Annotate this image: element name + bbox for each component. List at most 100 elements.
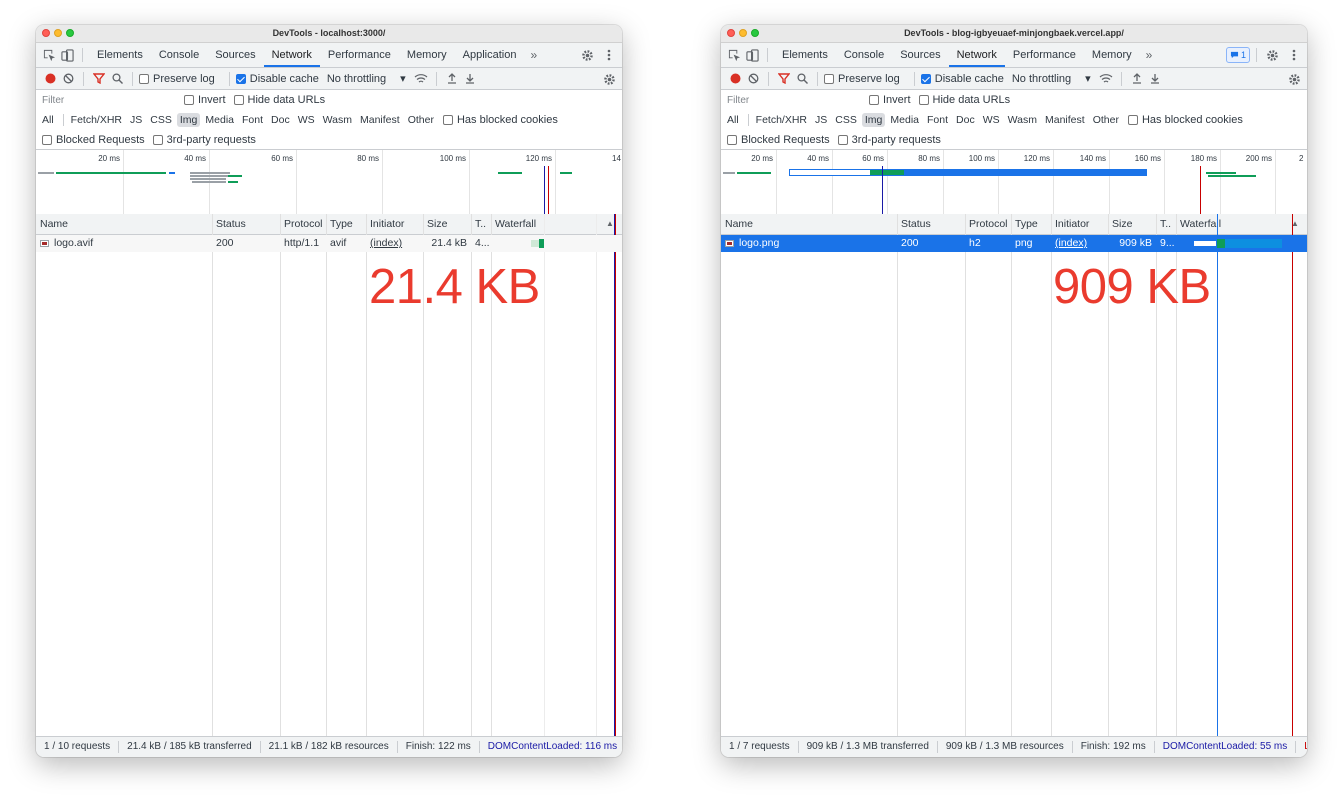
- type-filter-media[interactable]: Media: [887, 113, 922, 127]
- column-divider[interactable]: [1051, 214, 1052, 737]
- has-blocked-cookies-checkbox[interactable]: Has blocked cookies: [1127, 114, 1243, 126]
- column-header-initiator[interactable]: Initiator: [1051, 214, 1108, 234]
- tab-performance[interactable]: Performance: [1005, 43, 1084, 67]
- column-divider[interactable]: [280, 214, 281, 737]
- export-har-download-icon[interactable]: [461, 70, 479, 88]
- import-har-upload-icon[interactable]: [443, 70, 461, 88]
- network-settings-gear-icon[interactable]: [1285, 70, 1303, 88]
- type-filter-doc[interactable]: Doc: [953, 113, 978, 127]
- column-header-size[interactable]: Size: [1108, 214, 1156, 234]
- hide-data-urls-checkbox[interactable]: Hide data URLs: [918, 94, 1010, 106]
- tab-elements[interactable]: Elements: [774, 43, 836, 67]
- more-tabs-button[interactable]: »: [1140, 48, 1159, 62]
- network-settings-gear-icon[interactable]: [600, 70, 618, 88]
- more-options-kebab-icon[interactable]: [1285, 46, 1303, 64]
- column-header-type[interactable]: Type: [1011, 214, 1051, 234]
- tab-elements[interactable]: Elements: [89, 43, 151, 67]
- checkbox-box[interactable]: [869, 95, 879, 105]
- type-filter-media[interactable]: Media: [202, 113, 237, 127]
- type-filter-other[interactable]: Other: [405, 113, 437, 127]
- tab-sources[interactable]: Sources: [207, 43, 263, 67]
- export-har-download-icon[interactable]: [1146, 70, 1164, 88]
- type-filter-manifest[interactable]: Manifest: [1042, 113, 1088, 127]
- checkbox-box[interactable]: [139, 73, 149, 84]
- checkbox-box[interactable]: [918, 95, 929, 105]
- more-options-kebab-icon[interactable]: [600, 46, 618, 64]
- checkbox-box[interactable]: [837, 134, 848, 145]
- settings-gear-icon[interactable]: [578, 46, 596, 64]
- zoom-window-button[interactable]: [66, 29, 74, 37]
- tab-network[interactable]: Network: [263, 43, 320, 67]
- close-window-button[interactable]: [727, 29, 735, 37]
- more-tabs-button[interactable]: »: [524, 48, 543, 62]
- settings-gear-icon[interactable]: [1263, 46, 1281, 64]
- tab-memory[interactable]: Memory: [1084, 43, 1140, 67]
- device-toolbar-icon[interactable]: [743, 46, 761, 64]
- column-header-name[interactable]: Name: [36, 214, 212, 234]
- column-header-type[interactable]: Type: [326, 214, 366, 234]
- third-party-requests-checkbox[interactable]: 3rd-party requests: [837, 134, 941, 146]
- tab-memory[interactable]: Memory: [399, 43, 455, 67]
- throttling-select[interactable]: No throttling ▾: [1012, 72, 1091, 86]
- cell-initiator-link[interactable]: (index): [1051, 235, 1108, 252]
- column-header-protocol[interactable]: Protocol: [965, 214, 1011, 234]
- type-filter-img[interactable]: Img: [861, 113, 886, 127]
- column-header-size[interactable]: Size: [423, 214, 471, 234]
- checkbox-box[interactable]: [1127, 115, 1138, 125]
- cell-initiator-link[interactable]: (index): [366, 235, 423, 252]
- network-conditions-wifi-icon[interactable]: [412, 70, 430, 88]
- has-blocked-cookies-checkbox[interactable]: Has blocked cookies: [442, 114, 558, 126]
- tab-application[interactable]: Application: [455, 43, 525, 67]
- inspect-element-icon[interactable]: [725, 46, 743, 64]
- issues-badge[interactable]: 1: [1225, 47, 1250, 63]
- column-header-status[interactable]: Status: [897, 214, 965, 234]
- checkbox-box[interactable]: [824, 73, 834, 84]
- type-filter-doc[interactable]: Doc: [268, 113, 293, 127]
- checkbox-box[interactable]: [442, 115, 453, 125]
- throttling-select[interactable]: No throttling ▾: [327, 72, 406, 86]
- column-header-protocol[interactable]: Protocol: [280, 214, 326, 234]
- checkbox-box[interactable]: [235, 73, 246, 84]
- import-har-upload-icon[interactable]: [1128, 70, 1146, 88]
- type-filter-ws[interactable]: WS: [980, 113, 1003, 127]
- clear-icon[interactable]: [744, 70, 762, 88]
- tab-sources[interactable]: Sources: [892, 43, 948, 67]
- invert-checkbox[interactable]: Invert: [184, 94, 226, 106]
- checkbox-box[interactable]: [920, 73, 931, 84]
- filter-input[interactable]: [725, 92, 861, 108]
- record-icon[interactable]: [726, 70, 744, 88]
- column-header-name[interactable]: Name: [721, 214, 897, 234]
- network-overview-timeline[interactable]: 20 ms 40 ms 60 ms 80 ms 100 ms 120 ms 14: [36, 150, 622, 216]
- network-overview-timeline[interactable]: 20 ms 40 ms 60 ms 80 ms 100 ms 120 ms 14…: [721, 150, 1307, 216]
- type-filter-fetch-xhr[interactable]: Fetch/XHR: [753, 113, 810, 127]
- minimize-window-button[interactable]: [739, 29, 747, 37]
- checkbox-box[interactable]: [42, 134, 52, 145]
- type-filter-manifest[interactable]: Manifest: [357, 113, 403, 127]
- tab-performance[interactable]: Performance: [320, 43, 399, 67]
- disable-cache-checkbox[interactable]: Disable cache: [920, 73, 1004, 85]
- checkbox-box[interactable]: [727, 134, 737, 145]
- type-filter-js[interactable]: JS: [127, 113, 145, 127]
- type-filter-ws[interactable]: WS: [295, 113, 318, 127]
- preserve-log-checkbox[interactable]: Preserve log: [139, 73, 215, 85]
- search-icon[interactable]: [793, 70, 811, 88]
- column-header-time[interactable]: T..: [1156, 214, 1176, 234]
- table-row[interactable]: logo.avif 200 http/1.1 avif (index) 21.4…: [36, 235, 622, 252]
- network-conditions-wifi-icon[interactable]: [1097, 70, 1115, 88]
- search-icon[interactable]: [108, 70, 126, 88]
- close-window-button[interactable]: [42, 29, 50, 37]
- column-header-initiator[interactable]: Initiator: [366, 214, 423, 234]
- column-divider[interactable]: [212, 214, 213, 737]
- type-filter-css[interactable]: CSS: [832, 113, 860, 127]
- clear-icon[interactable]: [59, 70, 77, 88]
- disable-cache-checkbox[interactable]: Disable cache: [235, 73, 319, 85]
- column-header-waterfall[interactable]: Waterfall: [491, 214, 601, 234]
- type-filter-other[interactable]: Other: [1090, 113, 1122, 127]
- tab-network[interactable]: Network: [948, 43, 1005, 67]
- type-filter-fetch-xhr[interactable]: Fetch/XHR: [68, 113, 125, 127]
- type-filter-wasm[interactable]: Wasm: [320, 113, 355, 127]
- preserve-log-checkbox[interactable]: Preserve log: [824, 73, 900, 85]
- table-row-selected[interactable]: logo.png 200 h2 png (index) 909 kB 9...: [721, 235, 1307, 252]
- type-filter-font[interactable]: Font: [239, 113, 266, 127]
- minimize-window-button[interactable]: [54, 29, 62, 37]
